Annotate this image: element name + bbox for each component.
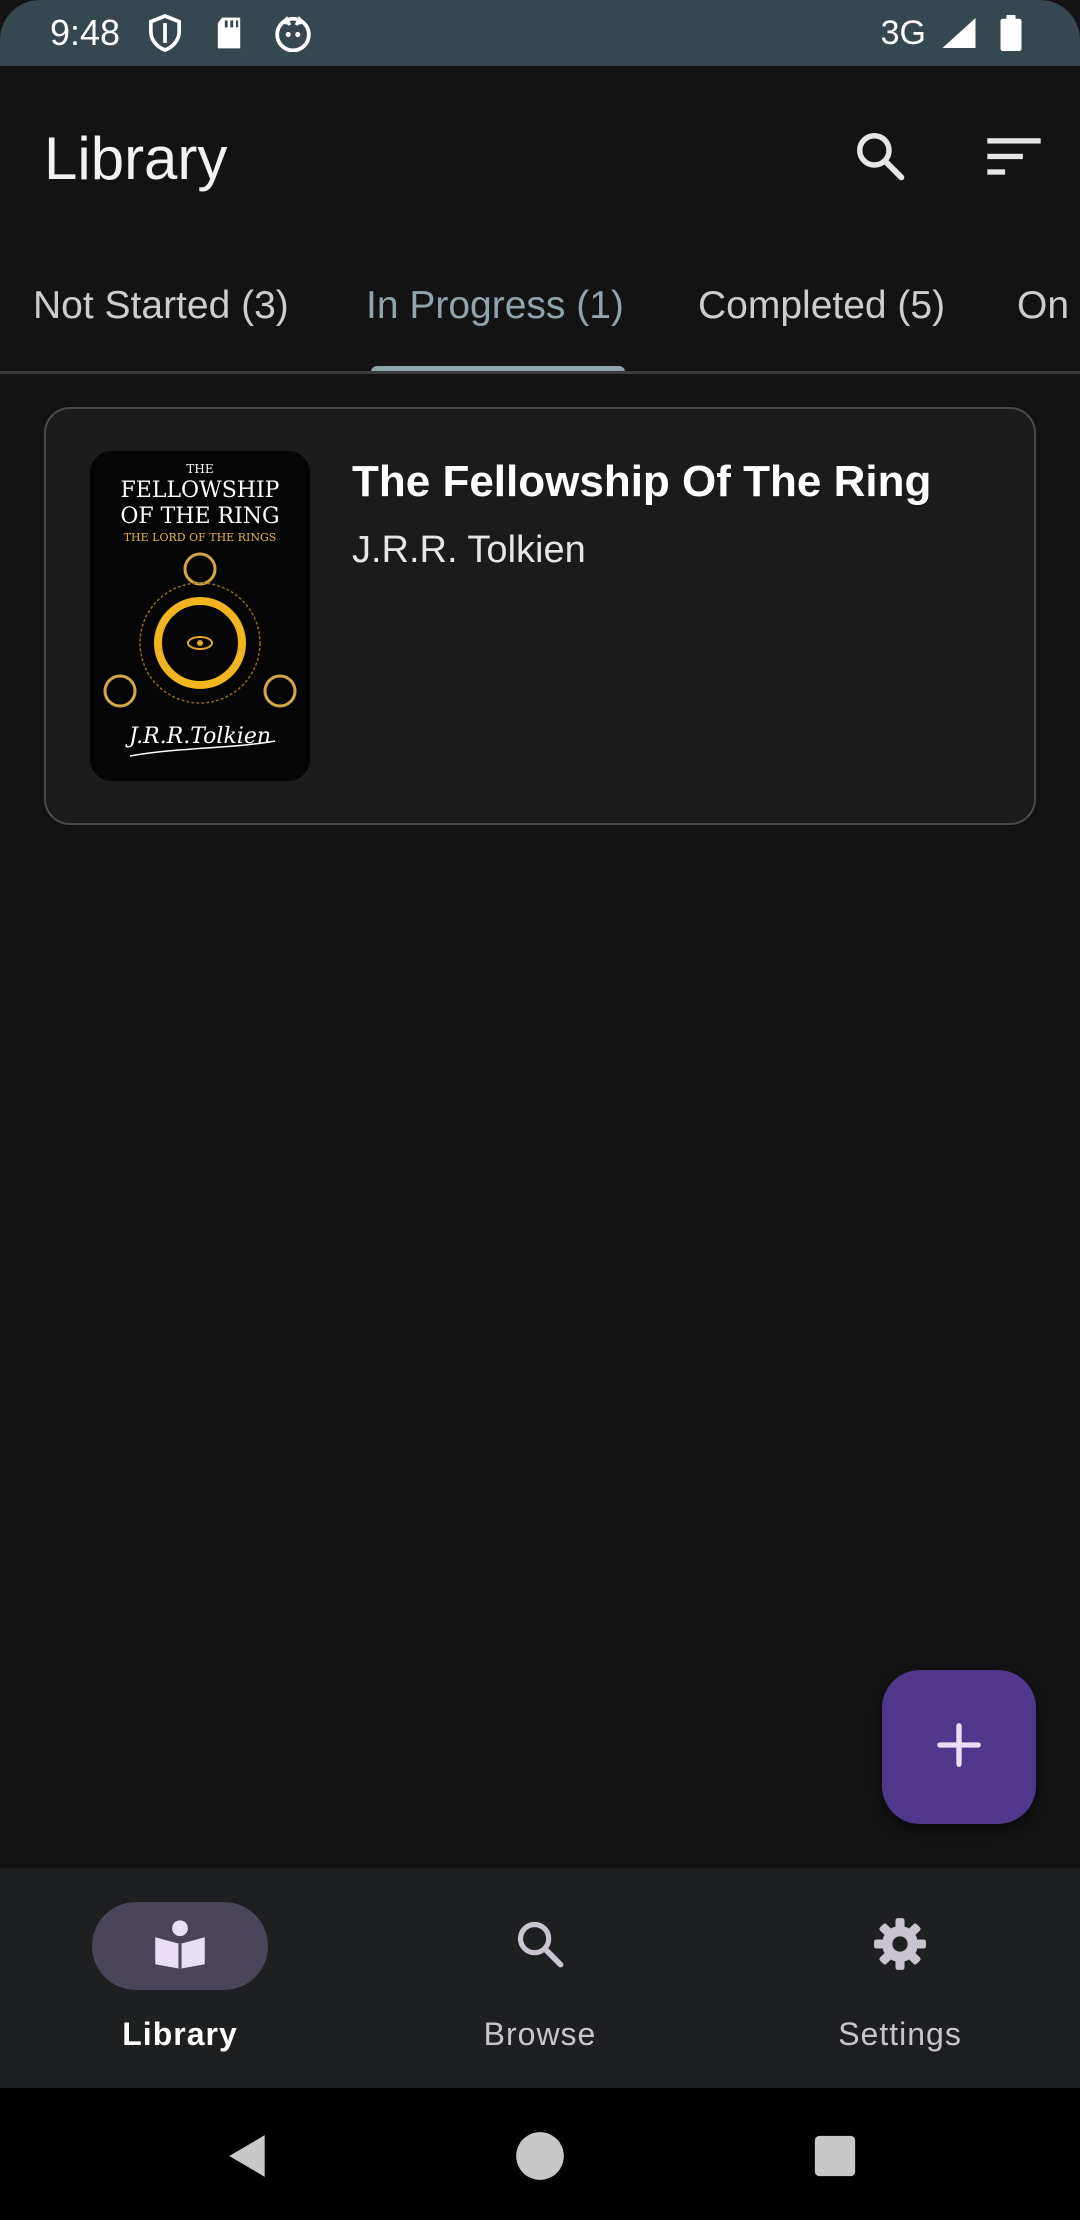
cover-signature: J.R.R.Tolkien xyxy=(125,724,271,749)
top-app-bar: Library xyxy=(0,66,1080,246)
add-book-button[interactable] xyxy=(882,1670,1036,1824)
network-type: 3G xyxy=(880,13,926,52)
cover-line1: THE xyxy=(186,462,213,476)
gear-icon xyxy=(873,1917,927,1976)
back-icon[interactable] xyxy=(218,2126,278,2186)
sd-card-icon xyxy=(210,14,248,52)
nav-item-settings[interactable]: Settings xyxy=(720,1868,1080,2088)
signal-icon xyxy=(940,14,978,52)
status-bar: 9:48 3G xyxy=(0,0,1080,66)
book-author: J.R.R. Tolkien xyxy=(352,529,586,571)
page-title: Library xyxy=(44,125,228,192)
shield-icon xyxy=(146,14,184,52)
library-screen: 9:48 3G Library Not Started (3) In Progr… xyxy=(0,0,1080,2220)
system-navigation-bar xyxy=(0,2088,1080,2220)
status-time: 9:48 xyxy=(50,12,121,53)
book-title: The Fellowship Of The Ring xyxy=(352,457,932,506)
book-card[interactable]: THE FELLOWSHIP OF THE RING THE LORD OF T… xyxy=(44,407,1036,825)
bottom-navigation: Library Browse Settings xyxy=(0,1868,1080,2088)
battery-icon xyxy=(992,14,1030,52)
search-icon xyxy=(514,1918,566,1975)
cat-icon xyxy=(274,14,312,52)
plus-icon xyxy=(936,1722,982,1773)
tab-completed[interactable]: Completed (5) xyxy=(698,284,945,328)
nav-label-browse: Browse xyxy=(483,2016,597,2052)
tab-not-started[interactable]: Not Started (3) xyxy=(33,284,289,328)
home-icon[interactable] xyxy=(510,2126,570,2186)
tab-on-hold[interactable]: On Hold xyxy=(1017,284,1080,328)
nav-icon-container xyxy=(812,1902,988,1990)
cover-art: THE FELLOWSHIP OF THE RING THE LORD OF T… xyxy=(103,462,297,757)
book-reader-icon xyxy=(153,1919,207,1974)
nav-icon-container xyxy=(452,1902,628,1990)
nav-item-library[interactable]: Library xyxy=(0,1868,360,2088)
tabs-divider xyxy=(0,371,1080,374)
nav-active-indicator xyxy=(92,1902,268,1990)
nav-item-browse[interactable]: Browse xyxy=(360,1868,720,2088)
book-cover: THE FELLOWSHIP OF THE RING THE LORD OF T… xyxy=(90,451,310,781)
nav-label-settings: Settings xyxy=(838,2016,962,2052)
cover-line4: THE LORD OF THE RINGS xyxy=(124,531,277,544)
nav-label-library: Library xyxy=(122,2016,238,2052)
search-icon[interactable] xyxy=(848,124,912,188)
tab-in-progress[interactable]: In Progress (1) xyxy=(366,284,624,328)
recents-icon[interactable] xyxy=(805,2126,865,2186)
status-right: 3G xyxy=(881,14,1030,53)
status-tabs: Not Started (3) In Progress (1) Complete… xyxy=(0,246,1080,374)
cover-line3: OF THE RING xyxy=(120,504,279,529)
sort-icon[interactable] xyxy=(982,124,1046,188)
status-left: 9:48 xyxy=(50,12,312,54)
cover-line2: FELLOWSHIP xyxy=(121,478,280,503)
